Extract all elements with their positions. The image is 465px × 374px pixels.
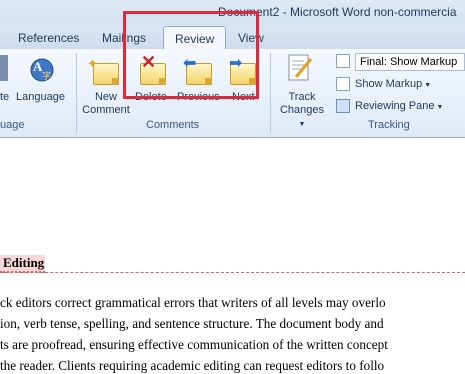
document-line: ck editors correct grammatical errors th… (0, 295, 386, 310)
show-markup-label: Show Markup (355, 78, 423, 90)
translate-button[interactable]: te (0, 91, 9, 104)
document-line: the reader. Clients requiring academic e… (0, 358, 385, 373)
language-button[interactable]: Language (16, 91, 65, 104)
track-changes-icon (287, 53, 313, 83)
dropdown-arrow-icon: ▼ (422, 82, 432, 89)
reviewing-pane-button[interactable]: Reviewing Pane ▼ (355, 100, 443, 112)
display-for-review-icon (336, 54, 350, 68)
tracking-group-label: Tracking (368, 119, 410, 131)
svg-text:字: 字 (42, 70, 51, 81)
tracked-change-line (0, 272, 465, 273)
track-changes-button[interactable]: Track Changes ▼ (276, 91, 328, 131)
language-icon: A字 (28, 55, 56, 83)
highlight-box (123, 11, 259, 99)
reviewing-pane-icon (336, 99, 350, 113)
reviewing-pane-label: Reviewing Pane (355, 100, 435, 112)
document-line: ts are proofread, ensuring effective com… (0, 337, 388, 352)
show-markup-icon (336, 77, 350, 91)
language-group-label: uage (0, 119, 25, 131)
group-separator (270, 53, 271, 133)
show-markup-button[interactable]: Show Markup ▼ (355, 78, 431, 90)
sparkle-icon: ✦ (87, 56, 98, 71)
dropdown-arrow-icon: ▼ (298, 121, 306, 128)
comments-group-label: Comments (146, 119, 200, 131)
translate-icon (0, 55, 8, 81)
document-page[interactable]: Editing ck editors correct grammatical e… (0, 138, 465, 373)
dropdown-arrow-icon: ▼ (434, 104, 444, 111)
track-changes-label: Track Changes (279, 91, 325, 116)
display-for-review-select[interactable]: Final: Show Markup (355, 53, 465, 71)
group-separator (76, 53, 77, 133)
document-heading: Editing (0, 255, 46, 273)
tab-references[interactable]: References (18, 31, 79, 45)
document-line: ion, verb tense, spelling, and sentence … (0, 316, 384, 331)
